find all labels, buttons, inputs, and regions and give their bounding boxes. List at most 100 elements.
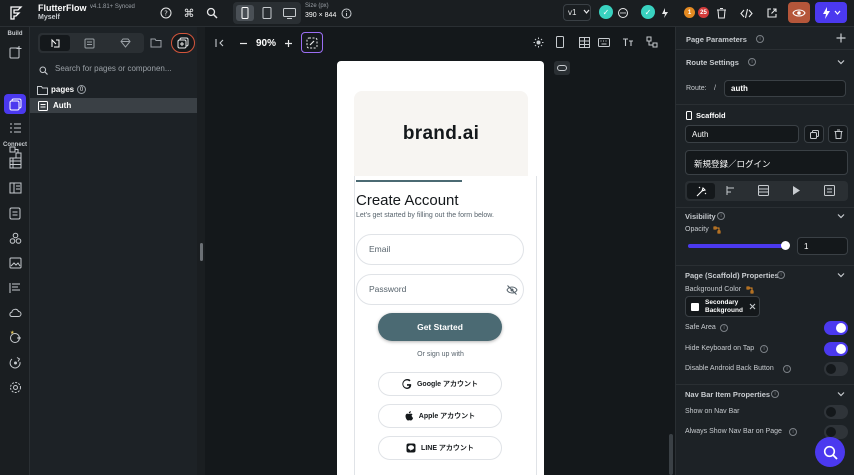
google-signin-button[interactable]: Google アカウント bbox=[378, 372, 502, 396]
custom-code-icon[interactable] bbox=[7, 230, 23, 246]
help-icon[interactable]: ? bbox=[158, 5, 174, 21]
app-state-icon[interactable] bbox=[7, 205, 23, 221]
info-icon[interactable]: i bbox=[777, 271, 785, 279]
zoom-out-icon[interactable] bbox=[237, 36, 249, 50]
table-icon[interactable] bbox=[758, 185, 769, 196]
warning-count-badge[interactable]: 1 bbox=[684, 7, 695, 18]
info-icon[interactable]: i bbox=[789, 428, 797, 436]
keyboard-icon[interactable] bbox=[596, 34, 612, 50]
run-button[interactable] bbox=[815, 2, 847, 23]
delete-widget-button[interactable] bbox=[828, 125, 848, 143]
route-input[interactable]: auth bbox=[724, 80, 846, 97]
resize-handle[interactable] bbox=[200, 243, 203, 261]
ai-magic-button[interactable] bbox=[301, 32, 323, 53]
info-icon[interactable]: i bbox=[748, 58, 756, 66]
zoom-in-icon[interactable] bbox=[282, 36, 294, 50]
chat-icon[interactable] bbox=[615, 5, 631, 21]
components-tab-icon[interactable] bbox=[74, 35, 104, 51]
widget-tree-icon[interactable] bbox=[7, 120, 23, 136]
email-field[interactable]: Email bbox=[356, 234, 524, 265]
data-types-icon[interactable] bbox=[7, 180, 23, 196]
hide-keyboard-toggle[interactable] bbox=[824, 342, 848, 356]
code-icon[interactable] bbox=[738, 5, 754, 21]
delete-icon[interactable] bbox=[713, 5, 729, 21]
scaffold-name-input[interactable]: Auth bbox=[685, 125, 799, 143]
agent-icon[interactable] bbox=[7, 354, 23, 370]
disable-back-toggle[interactable] bbox=[824, 362, 848, 376]
check-status-icon[interactable]: ✓ bbox=[599, 5, 613, 19]
info-icon[interactable]: i bbox=[771, 390, 779, 398]
backend-query-icon[interactable] bbox=[725, 185, 736, 196]
search-input[interactable]: Search for pages or componen... bbox=[55, 64, 172, 73]
pages-icon[interactable] bbox=[7, 96, 23, 112]
light-mode-icon[interactable] bbox=[530, 34, 546, 50]
text-scale-icon[interactable] bbox=[620, 34, 636, 50]
show-nav-toggle[interactable] bbox=[824, 405, 848, 419]
visibility-off-icon[interactable] bbox=[506, 285, 518, 295]
properties-tab-icon[interactable] bbox=[687, 183, 715, 199]
tree-view-icon[interactable] bbox=[644, 34, 660, 50]
zoom-level[interactable]: 90% bbox=[256, 38, 276, 49]
help-search-button[interactable] bbox=[815, 437, 845, 467]
desktop-device-icon[interactable] bbox=[280, 5, 298, 21]
device-frame-icon[interactable] bbox=[552, 34, 568, 50]
firebase-status-icon[interactable]: ✓ bbox=[641, 5, 655, 19]
workspace-name[interactable]: Myself bbox=[38, 14, 60, 21]
flash-settings-icon[interactable] bbox=[657, 5, 673, 21]
pages-folder[interactable]: pages 0 bbox=[30, 83, 197, 97]
firestore-icon[interactable] bbox=[7, 155, 23, 171]
page-item-auth[interactable]: Auth bbox=[30, 98, 197, 113]
chevron-down-icon[interactable] bbox=[837, 271, 845, 279]
actions-play-icon[interactable] bbox=[791, 185, 801, 196]
settings-gear-icon[interactable] bbox=[7, 379, 23, 395]
info-icon[interactable]: i bbox=[760, 345, 768, 353]
safe-area-toggle[interactable] bbox=[824, 321, 848, 335]
variable-binding-icon[interactable] bbox=[713, 226, 721, 234]
new-folder-icon[interactable] bbox=[148, 35, 164, 51]
add-parameter-icon[interactable] bbox=[836, 33, 846, 43]
open-external-icon[interactable] bbox=[764, 5, 780, 21]
info-icon[interactable]: i bbox=[756, 35, 764, 43]
opacity-input[interactable]: 1 bbox=[797, 237, 848, 255]
collapse-frame-button[interactable] bbox=[554, 61, 570, 75]
canvas-scrollbar[interactable] bbox=[669, 434, 673, 475]
line-signin-button[interactable]: LINE アカウント bbox=[378, 436, 502, 460]
get-started-button[interactable]: Get Started bbox=[378, 313, 502, 341]
version-select[interactable]: v1 bbox=[563, 4, 591, 21]
background-color-picker[interactable]: Secondary Background bbox=[685, 296, 760, 317]
page-search[interactable]: Search for pages or componen... bbox=[30, 61, 197, 79]
info-icon[interactable] bbox=[338, 5, 354, 21]
tablet-device-icon[interactable] bbox=[258, 5, 276, 21]
info-icon[interactable]: i bbox=[783, 365, 791, 373]
grid-layout-icon[interactable] bbox=[576, 34, 592, 50]
mobile-device-icon[interactable] bbox=[236, 5, 254, 21]
chevron-down-icon[interactable] bbox=[837, 212, 845, 220]
add-widget-icon[interactable] bbox=[7, 44, 23, 60]
media-assets-icon[interactable] bbox=[7, 255, 23, 271]
integrations-icon[interactable]: ★ bbox=[7, 329, 23, 345]
password-field[interactable]: Password bbox=[356, 274, 524, 305]
collapse-left-icon[interactable] bbox=[211, 35, 229, 51]
pages-tab-icon[interactable] bbox=[40, 35, 70, 51]
localization-icon[interactable] bbox=[7, 280, 23, 296]
scaffold-title-input[interactable]: 新規登録／ログイン bbox=[685, 150, 848, 175]
chevron-down-icon[interactable] bbox=[837, 390, 845, 398]
variable-binding-icon[interactable] bbox=[746, 286, 754, 294]
error-count-badge[interactable]: 25 bbox=[698, 7, 709, 18]
command-icon[interactable]: ⌘ bbox=[181, 5, 197, 21]
add-page-button[interactable] bbox=[171, 33, 195, 53]
search-icon[interactable] bbox=[204, 5, 220, 21]
apple-signin-button[interactable]: Apple アカウント bbox=[378, 404, 502, 428]
close-icon[interactable] bbox=[749, 303, 756, 310]
gem-tab-icon[interactable] bbox=[110, 35, 140, 51]
flutterflow-logo-icon[interactable] bbox=[8, 5, 24, 21]
copy-widget-button[interactable] bbox=[804, 125, 824, 143]
cloud-functions-icon[interactable] bbox=[7, 304, 23, 320]
info-icon[interactable]: i bbox=[720, 324, 728, 332]
doc-icon[interactable] bbox=[824, 185, 835, 196]
chevron-down-icon[interactable] bbox=[837, 58, 845, 66]
preview-eye-button[interactable] bbox=[788, 2, 810, 23]
opacity-slider-track[interactable] bbox=[688, 241, 790, 250]
opacity-slider-thumb[interactable] bbox=[781, 241, 790, 250]
info-icon[interactable]: i bbox=[717, 212, 725, 220]
